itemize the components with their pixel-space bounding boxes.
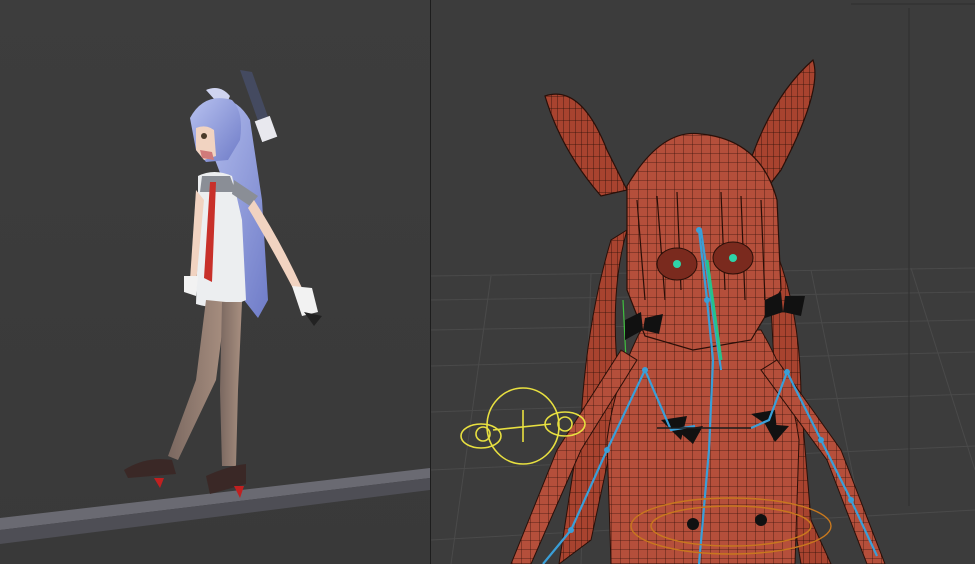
eye-highlight-right: [729, 254, 737, 262]
viewport-left-canvas: [0, 0, 430, 564]
viewport-left[interactable]: [0, 0, 430, 564]
viewport-right[interactable]: [431, 0, 975, 564]
eye-highlight-left: [673, 260, 681, 268]
viewport-right-canvas: [431, 0, 975, 564]
